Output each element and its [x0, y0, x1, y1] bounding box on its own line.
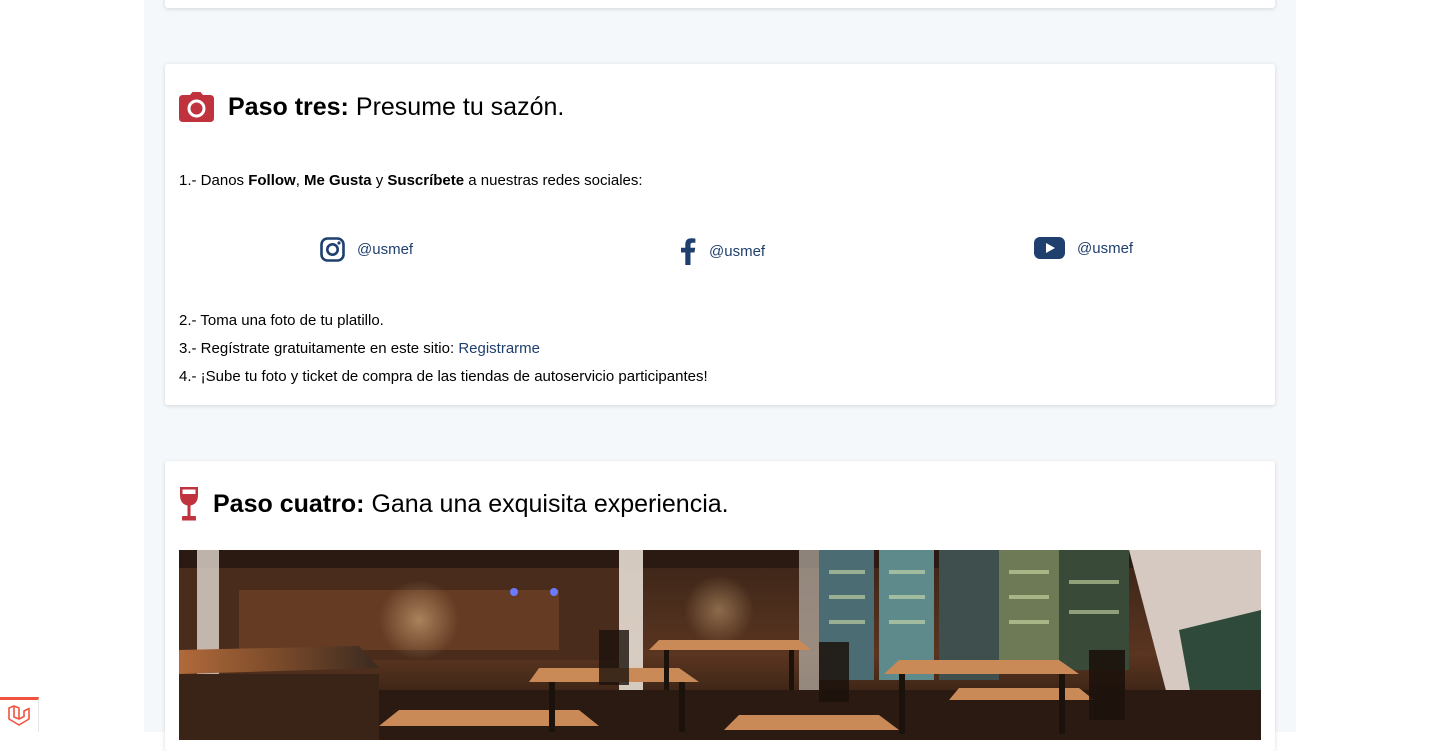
wine-glass-icon — [179, 487, 199, 521]
previous-step-card — [165, 0, 1275, 8]
laravel-badge[interactable] — [0, 697, 39, 732]
restaurant-interior-photo — [179, 550, 1261, 740]
instagram-handle: @usmef — [357, 241, 414, 258]
register-link[interactable]: Registrarme — [458, 340, 540, 357]
item3-text: 3.- Regístrate gratuitamente en este sit… — [179, 340, 459, 357]
step-four-title: Paso cuatro: Gana una exquisita experien… — [179, 487, 729, 521]
step-three-title-text: Presume tu sazón. — [355, 92, 565, 121]
instagram-icon — [320, 237, 345, 262]
step-three-title-lead: Paso tres: — [228, 92, 349, 121]
step-three-item-4: 4.- ¡Sube tu foto y ticket de compra de … — [179, 368, 708, 385]
youtube-link[interactable]: @usmef — [1034, 237, 1133, 259]
facebook-handle: @usmef — [709, 242, 766, 260]
step-four-title-lead: Paso cuatro: — [213, 489, 365, 518]
facebook-link[interactable]: @usmef — [679, 237, 765, 265]
step-three-title: Paso tres: Presume tu sazón. — [179, 92, 564, 122]
item1-prefix: 1.- Danos — [179, 172, 249, 189]
item1-comma: , — [295, 172, 305, 189]
youtube-icon — [1034, 237, 1065, 259]
step-three-card: Paso tres: Presume tu sazón. 1.- Danos F… — [165, 64, 1275, 405]
youtube-handle: @usmef — [1077, 239, 1134, 257]
item1-subscribe: Suscríbete — [387, 172, 465, 189]
item1-follow: Follow — [248, 172, 296, 189]
camera-icon — [179, 92, 214, 122]
item1-like: Me Gusta — [304, 172, 372, 189]
item1-and: y — [371, 172, 388, 189]
laravel-icon — [7, 705, 31, 727]
step-three-item-2: 2.- Toma una foto de tu platillo. — [179, 312, 384, 329]
step-three-item-3: 3.- Regístrate gratuitamente en este sit… — [179, 340, 540, 357]
step-four-title-text: Gana una exquisita experiencia. — [371, 489, 729, 518]
step-four-card: Paso cuatro: Gana una exquisita experien… — [165, 461, 1275, 751]
item1-suffix: a nuestras redes sociales: — [464, 172, 643, 189]
instagram-link[interactable]: @usmef — [320, 237, 413, 262]
step-three-item-1: 1.- Danos Follow, Me Gusta y Suscríbete … — [179, 172, 643, 189]
facebook-icon — [679, 237, 697, 265]
